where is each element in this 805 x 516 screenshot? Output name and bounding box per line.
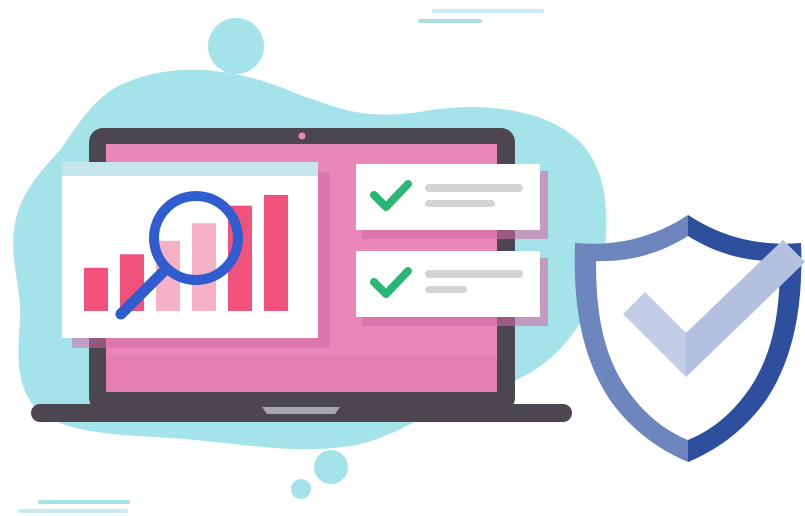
chart-bar [264,194,288,311]
decor-lines-top [418,9,544,23]
laptop-notch [262,407,340,414]
shield-check-icon [574,215,805,462]
decor-circle-top [208,18,264,74]
decor-circle-bottom-large [314,450,348,484]
checklist-item [356,251,548,326]
chart-bar [84,267,108,311]
chart-bar [192,223,216,311]
laptop-camera [298,132,306,140]
security-illustration [13,9,805,513]
screen-shade-bottom [106,356,497,392]
decor-lines-bottom [18,500,130,513]
chart-card-header [62,162,318,176]
checklist-item [356,164,548,239]
decor-circle-bottom-small [291,479,311,499]
chart-card [62,162,330,348]
